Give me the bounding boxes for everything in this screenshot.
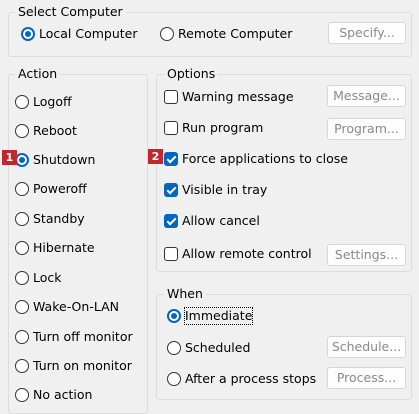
radio-icon [15,212,29,226]
settings-button[interactable]: Settings... [327,244,406,266]
local-computer-radio[interactable]: Local Computer [21,26,138,42]
action-radio-standby[interactable]: Standby [15,211,85,227]
radio-icon [167,372,181,386]
action-radio-wake-on-lan[interactable]: Wake-On-LAN [15,299,119,315]
checkbox-checked-icon [164,152,178,166]
radio-icon [160,27,174,41]
when-legend: When [164,286,206,302]
allow-remote-control-checkbox[interactable]: Allow remote control [164,246,312,262]
action-radio-logoff[interactable]: Logoff [15,94,72,110]
radio-icon [15,271,29,285]
action-radio-shutdown[interactable]: Shutdown [15,152,95,168]
action-legend: Action [15,66,61,82]
action-radio-turn-off-monitor[interactable]: Turn off monitor [15,329,133,345]
after-process-stops-radio[interactable]: After a process stops [167,371,316,387]
checkbox-checked-icon [164,214,178,228]
schedule-button[interactable]: Schedule... [327,336,406,358]
action-radio-lock[interactable]: Lock [15,270,62,286]
allow-cancel-checkbox[interactable]: Allow cancel [164,213,260,229]
checkbox-icon [164,247,178,261]
action-radio-hibernate[interactable]: Hibernate [15,240,95,256]
options-legend: Options [164,66,219,82]
process-button[interactable]: Process... [327,367,406,389]
annotation-badge-1: 1 [2,150,17,165]
radio-icon [15,124,29,138]
action-radio-poweroff[interactable]: Poweroff [15,181,87,197]
checkbox-icon [164,121,178,135]
checkbox-icon [164,90,178,104]
radio-icon [15,359,29,373]
action-radio-turn-on-monitor[interactable]: Turn on monitor [15,358,132,374]
annotation-badge-2: 2 [148,149,163,164]
visible-in-tray-checkbox[interactable]: Visible in tray [164,182,267,198]
immediate-radio[interactable]: Immediate [167,307,254,325]
radio-selected-icon [167,309,181,323]
radio-selected-icon [21,27,35,41]
checkbox-checked-icon [164,183,178,197]
radio-icon [15,241,29,255]
specify-button[interactable]: Specify... [328,22,406,44]
radio-icon [15,388,29,402]
scheduled-radio[interactable]: Scheduled [167,340,250,356]
message-button[interactable]: Message... [327,85,406,107]
radio-icon [15,300,29,314]
force-close-checkbox[interactable]: Force applications to close [164,151,348,167]
radio-icon [15,95,29,109]
action-radio-reboot[interactable]: Reboot [15,123,77,139]
run-program-checkbox[interactable]: Run program [164,120,263,136]
program-button[interactable]: Program... [327,118,406,140]
radio-icon [15,330,29,344]
select-computer-legend: Select Computer [15,4,126,20]
radio-selected-icon [15,153,29,167]
remote-computer-radio[interactable]: Remote Computer [160,26,292,42]
radio-icon [15,182,29,196]
radio-icon [167,341,181,355]
warning-message-checkbox[interactable]: Warning message [164,89,294,105]
